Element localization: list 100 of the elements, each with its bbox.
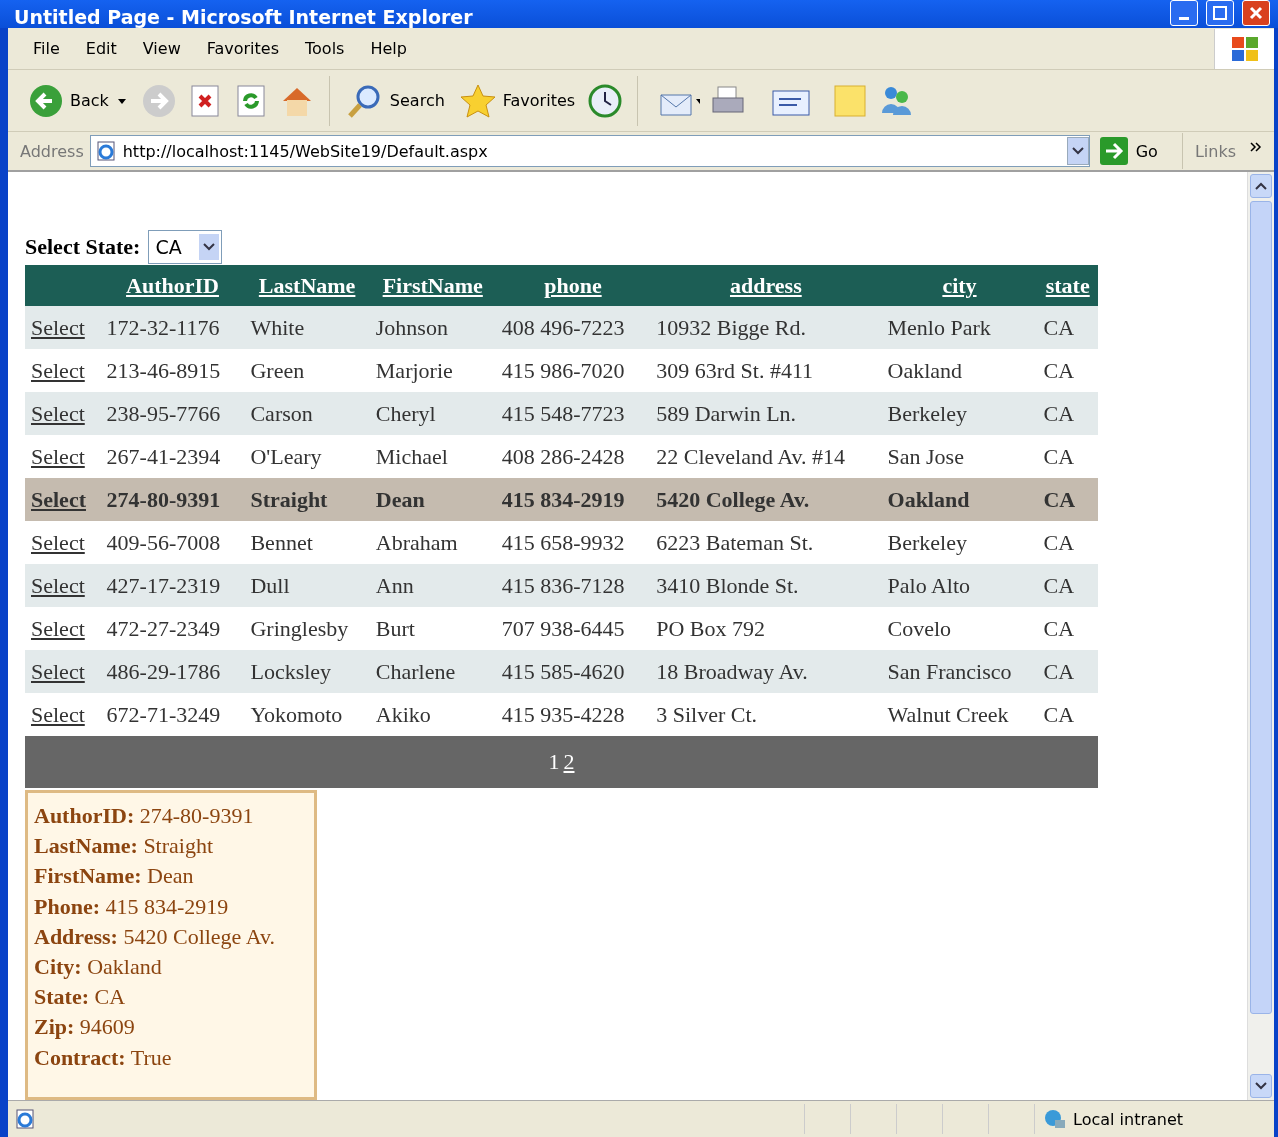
table-cell: 486-29-1786 — [100, 650, 245, 693]
table-cell: 427-17-2319 — [100, 564, 245, 607]
windows-flag-icon — [1214, 28, 1274, 69]
table-cell: O'Leary — [244, 435, 370, 478]
table-cell: Burt — [369, 607, 496, 650]
column-header-link[interactable]: AuthorID — [100, 265, 245, 306]
scroll-up-icon[interactable] — [1250, 174, 1272, 198]
table-cell: CA — [1037, 306, 1098, 349]
table-cell: Michael — [369, 435, 496, 478]
page-link[interactable]: 2 — [563, 749, 575, 774]
zone-label: Local intranet — [1073, 1109, 1184, 1129]
menu-item[interactable]: Help — [357, 39, 420, 58]
column-header-link[interactable]: FirstName — [369, 265, 496, 306]
table-row[interactable]: Select 672-71-3249 Yokomoto Akiko 415 935-4228 3 Silver Ct. Walnut Creek CA — [25, 693, 1098, 736]
table-cell: 172-32-1176 — [100, 306, 245, 349]
search-button[interactable]: Search — [343, 80, 447, 121]
table-cell: Walnut Creek — [881, 693, 1038, 736]
table-cell: Dean — [369, 478, 496, 521]
close-icon — [1249, 6, 1263, 20]
table-cell: Locksley — [244, 650, 370, 693]
column-header-link[interactable]: state — [1037, 265, 1098, 306]
select-link[interactable]: Select — [31, 486, 86, 512]
column-header-link[interactable]: LastName — [244, 265, 370, 306]
table-cell: 18 Broadway Av. — [650, 650, 882, 693]
table-cell: 6223 Bateman St. — [650, 521, 882, 564]
select-link[interactable]: Select — [31, 701, 85, 727]
select-link[interactable]: Select — [31, 357, 85, 383]
menu-item[interactable]: Tools — [292, 39, 358, 58]
table-cell: 415 658-9932 — [495, 521, 651, 564]
table-cell: 10932 Bigge Rd. — [650, 306, 882, 349]
select-link[interactable]: Select — [31, 400, 85, 426]
table-cell: 415 986-7020 — [495, 349, 651, 392]
column-header-link[interactable]: city — [881, 265, 1038, 306]
menu-item[interactable]: Favorites — [193, 39, 292, 58]
table-row[interactable]: Select 486-29-1786 Locksley Charlene 415 585-4620 18 Broadway Av. San Francisco CA — [25, 650, 1098, 693]
minimize-icon — [1179, 16, 1189, 20]
table-cell: 408 496-7223 — [495, 306, 651, 349]
table-cell: 22 Cleveland Av. #14 — [650, 435, 882, 478]
table-cell: CA — [1037, 693, 1098, 736]
links-button[interactable]: Links — [1188, 140, 1268, 162]
table-cell: Carson — [244, 392, 370, 435]
address-field[interactable]: http://localhost:1145/WebSite19/Default.aspx — [89, 135, 1090, 167]
table-cell: PO Box 792 — [650, 607, 882, 650]
history-icon[interactable] — [587, 82, 624, 119]
column-header-link[interactable]: phone — [495, 265, 651, 306]
table-cell: Bennet — [244, 521, 370, 564]
menu-item[interactable]: File — [20, 39, 73, 58]
table-cell: Oakland — [881, 478, 1038, 521]
table-cell: White — [244, 306, 370, 349]
table-cell: 213-46-8915 — [100, 349, 245, 392]
go-button[interactable]: Go — [1095, 133, 1183, 169]
select-link[interactable]: Select — [31, 572, 85, 598]
table-cell: 309 63rd St. #411 — [650, 349, 882, 392]
table-cell: Oakland — [881, 349, 1038, 392]
state-select[interactable]: CA — [148, 229, 223, 264]
table-cell: Ann — [369, 564, 496, 607]
table-cell: 238-95-7766 — [100, 392, 245, 435]
table-cell: CA — [1037, 478, 1098, 521]
table-cell: Palo Alto — [881, 564, 1038, 607]
table-cell: San Jose — [881, 435, 1038, 478]
detail-line: Zip: 94609 — [34, 1013, 136, 1042]
back-button[interactable]: Back — [26, 80, 131, 121]
table-row[interactable]: Select 409-56-7008 Bennet Abraham 415 658-9932 6223 Bateman St. Berkeley CA — [25, 521, 1098, 564]
page-link[interactable]: 1 — [548, 749, 560, 774]
table-row[interactable]: Select 267-41-2394 O'Leary Michael 408 286-2428 22 Cleveland Av. #14 San Jose CA — [25, 435, 1098, 478]
select-link[interactable]: Select — [31, 529, 85, 555]
select-link[interactable]: Select — [31, 443, 85, 469]
table-row[interactable]: Select 238-95-7766 Carson Cheryl 415 548-7723 589 Darwin Ln. Berkeley CA — [25, 392, 1098, 435]
table-row[interactable]: Select 472-27-2349 Gringlesby Burt 707 938-6445 PO Box 792 Covelo CA — [25, 607, 1098, 650]
select-link[interactable]: Select — [31, 615, 85, 641]
close-button[interactable] — [1242, 0, 1270, 26]
detail-line: State: CA — [34, 983, 127, 1012]
select-link[interactable]: Select — [31, 658, 85, 684]
table-cell: Cheryl — [369, 392, 496, 435]
table-row[interactable]: Select 274-80-9391 Straight Dean 415 834-2919 5420 College Av. Oakland CA — [25, 478, 1098, 521]
network-globe-icon — [1043, 1108, 1067, 1130]
detail-line: City: Oakland — [34, 953, 163, 981]
table-cell: Abraham — [369, 521, 496, 564]
table-cell: 409-56-7008 — [100, 521, 245, 564]
table-row[interactable]: Select 427-17-2319 Dull Ann 415 836-7128 3410 Blonde St. Palo Alto CA — [25, 564, 1098, 607]
table-cell: 3 Silver Ct. — [650, 693, 882, 736]
scroll-down-icon[interactable] — [1250, 1074, 1272, 1098]
table-row[interactable]: Select 172-32-1176 White Johnson 408 496-7223 10932 Bigge Rd. Menlo Park CA — [25, 306, 1098, 349]
table-cell: 707 938-6445 — [495, 607, 651, 650]
minimize-button[interactable] — [1170, 0, 1198, 26]
table-cell: Covelo — [881, 607, 1038, 650]
table-cell: CA — [1037, 349, 1098, 392]
favorites-button[interactable]: Favorites — [456, 80, 578, 121]
maximize-button[interactable] — [1206, 0, 1234, 26]
table-cell: 267-41-2394 — [100, 435, 245, 478]
table-cell: Marjorie — [369, 349, 496, 392]
table-cell: Gringlesby — [244, 607, 370, 650]
menu-item[interactable]: Edit — [72, 39, 130, 58]
menu-item[interactable]: View — [129, 39, 194, 58]
table-row[interactable]: Select 213-46-8915 Green Marjorie 415 986-7020 309 63rd St. #411 Oakland CA — [25, 349, 1098, 392]
select-link[interactable]: Select — [31, 314, 85, 340]
table-cell: Berkeley — [881, 392, 1038, 435]
table-cell: 672-71-3249 — [100, 693, 245, 736]
column-header-link[interactable]: address — [650, 265, 882, 306]
table-cell: 472-27-2349 — [100, 607, 245, 650]
